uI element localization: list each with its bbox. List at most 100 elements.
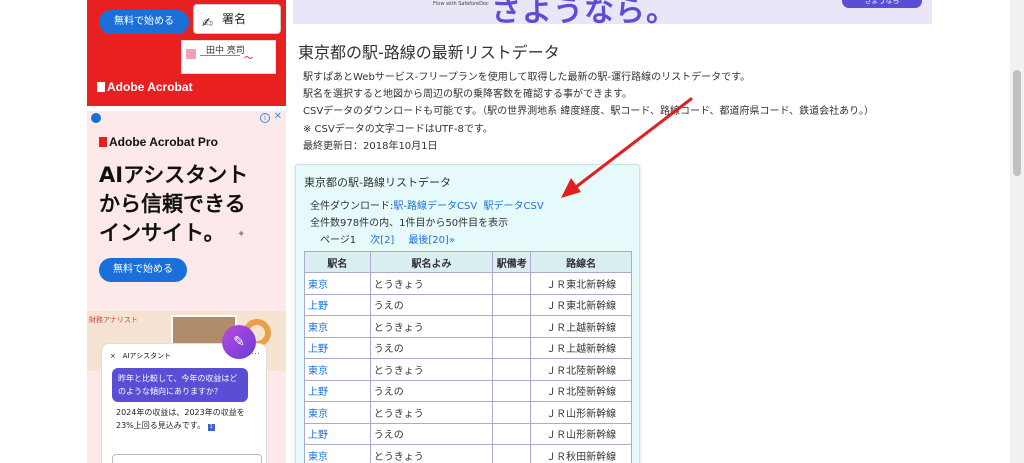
table-cell: 上野 [304,336,371,359]
adobe-logo-icon [99,137,107,147]
ad-document-preview: 田中 亮司 〜 [181,40,276,74]
table-cell: 東京 [304,315,371,338]
table-cell [492,315,532,338]
adchoices-icon[interactable]: i [260,113,270,123]
table-cell [492,336,532,359]
table-cell: 上野 [304,422,371,445]
table-cell [492,401,532,424]
table-cell: 東京 [304,401,371,424]
ai-sparkle-icon[interactable]: ✎ [222,325,256,359]
ai-input-box[interactable] [112,454,262,463]
table-cell: ＪＲ東北新幹線 [530,293,632,316]
column-header: 駅名よみ [369,251,494,273]
next-page-link[interactable]: 次[2] [370,235,394,246]
table-cell [492,293,532,316]
table-cell: 上野 [304,379,371,402]
table-row: 東京 とうきょう ＪＲ秋田新幹線 [304,444,632,463]
station-name-link[interactable]: 東京 [308,409,328,420]
last-page-link[interactable]: 最後[20]» [408,235,455,246]
station-table: 駅名 駅名よみ 駅備考 路線名 東京 とうきょう ＪＲ東北新幹線 上野 うえの ＪＲ東北新… [304,251,632,463]
footnote-badge: 1 [207,424,215,431]
description-line: CSVデータのダウンロードも可能です。（駅の世界測地系 緯度経度、駅コード、路線… [303,106,874,118]
table-cell: うえの [369,293,494,316]
table-row: 東京 とうきょう ＪＲ東北新幹線 [304,272,632,295]
download-station-csv-link[interactable]: 駅データCSV [484,201,544,212]
download-prefix: 全件ダウンロード: [310,201,394,212]
collage-label: 財務アナリスト [89,316,138,324]
ad-sign-label: 署名 [222,12,247,26]
ai-assistant-panel: × AIアシスタント … 昨年と比較して、今年の収益はどのような傾向にありますか… [101,343,267,463]
table-row: 上野 うえの ＪＲ山形新幹線 [304,422,632,445]
table-header-row: 駅名 駅名よみ 駅備考 路線名 [304,251,632,273]
station-name-link[interactable]: 東京 [308,280,328,291]
page-title: 東京都の駅-路線の最新リストデータ [298,43,560,62]
station-name-link[interactable]: 上野 [308,344,328,355]
table-cell: とうきょう [369,401,494,424]
table-cell: 東京 [304,272,371,295]
description: 駅すぱあとWebサービス-フリープランを使用して取得した最新の駅-運行路線のリス… [303,69,874,155]
station-name-link[interactable]: 上野 [308,387,328,398]
table-cell [492,379,532,402]
download-line: 全件ダウンロード:駅-路線データCSV 駅データCSV [310,197,544,212]
description-line: 駅名を選択すると地図から周辺の駅の乗降客数を確認する事ができます。 [303,89,632,101]
ad-sign-box: ✍ 署名 [193,4,281,34]
info-icon[interactable] [91,113,101,123]
banner-small-text: Flow with SafeforeDoc [433,1,489,7]
table-row: 上野 うえの ＪＲ上越新幹線 [304,336,632,359]
station-name-link[interactable]: 東京 [308,452,328,463]
station-name-link[interactable]: 上野 [308,430,328,441]
table-row: 上野 うえの ＪＲ北陸新幹線 [304,379,632,402]
table-row: 東京 とうきょう ＪＲ上越新幹線 [304,315,632,338]
column-header: 駅備考 [492,251,532,273]
column-header: 駅名 [304,251,371,273]
ad2-brand-text: Adobe Acrobat Pro [109,135,218,149]
description-line: ※ CSVデータの文字コードはUTF-8です。 [303,123,493,135]
banner-big-text: さようなら。 [491,0,677,24]
answer-text: 2024年の収益は、2023年の収益を23%上回る見込みです。 [116,408,245,430]
table-cell: ＪＲ上越新幹線 [530,315,632,338]
station-name-link[interactable]: 東京 [308,323,328,334]
doc-signature-line [200,55,240,56]
table-row: 上野 うえの ＪＲ東北新幹線 [304,293,632,316]
station-list-box: 東京都の駅-路線リストデータ 全件ダウンロード:駅-路線データCSV 駅データC… [295,164,640,463]
table-cell: ＪＲ東北新幹線 [530,272,632,295]
ad-banner-acrobat[interactable]: 無料で始める ✍ 署名 田中 亮司 〜 Adobe Acrobat [87,0,286,106]
headline-line-3: インサイト。 [99,221,225,245]
left-gutter [0,0,88,463]
table-cell: とうきょう [369,272,494,295]
table-cell [492,358,532,381]
table-cell: ＪＲ上越新幹線 [530,336,632,359]
ad-brand: Adobe Acrobat [97,80,193,94]
top-banner-ad[interactable]: Flow with SafeforeDoc さようなら。 さようなら [293,0,932,24]
adobe-logo-icon [97,82,105,92]
panel-close-icon[interactable]: × [110,352,116,360]
table-body: 東京 とうきょう ＪＲ東北新幹線 上野 うえの ＪＲ東北新幹線 東京 とうきょう ＪＲ上越新幹線… [304,272,632,463]
table-row: 東京 とうきょう ＪＲ山形新幹線 [304,401,632,424]
panel-title-text: AIアシスタント [122,352,172,360]
table-cell: 東京 [304,444,371,463]
download-station-line-csv-link[interactable]: 駅-路線データCSV [393,201,477,212]
doc-red-signature: 〜 [244,54,254,64]
banner-cta-button[interactable]: さようなら [842,0,922,8]
table-cell: うえの [369,336,494,359]
table-cell: ＪＲ北陸新幹線 [530,358,632,381]
scrollbar-thumb[interactable] [1013,70,1021,176]
table-cell: ＪＲ秋田新幹線 [530,444,632,463]
page-scrollbar[interactable] [1010,0,1024,463]
table-cell: ＪＲ山形新幹線 [530,422,632,445]
description-line: 駅すぱあとWebサービス-フリープランを使用して取得した最新の駅-運行路線のリス… [303,72,751,83]
panel-title: × AIアシスタント [110,351,171,361]
station-name-link[interactable]: 東京 [308,366,328,377]
box-title: 東京都の駅-路線リストデータ [304,176,451,189]
last-updated: 最終更新日：2018年10月1日 [303,140,438,152]
station-name-link[interactable]: 上野 [308,301,328,312]
ad-acrobat-pro[interactable]: i ✕ Adobe Acrobat Pro AIアシスタント から信頼できる イ… [87,111,286,463]
sparkle-icon: ✦ [237,229,246,240]
table-cell: とうきょう [369,315,494,338]
table-cell: うえの [369,422,494,445]
pagination: ページ1 次[2] 最後[20]» [320,231,455,246]
current-page: ページ1 [320,235,357,246]
ad2-start-button[interactable]: 無料で始める [99,258,187,282]
close-icon[interactable]: ✕ [274,111,282,122]
ad-start-button[interactable]: 無料で始める [99,10,189,34]
